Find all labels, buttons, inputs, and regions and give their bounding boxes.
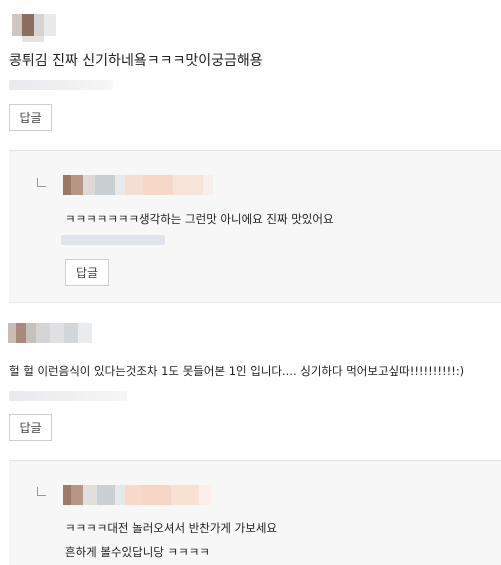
avatar bbox=[12, 14, 56, 36]
comment-date bbox=[9, 80, 113, 90]
comment-text: 콩튀김 진짜 신기하네욬ㅋㅋㅋ맛이궁금해용 bbox=[9, 53, 263, 69]
reply-text-line-1: ㅋㅋㅋㅋ대전 놀러오셔서 반찬가게 가보세요 bbox=[65, 521, 277, 535]
avatar bbox=[8, 323, 92, 343]
reply-date bbox=[61, 235, 165, 245]
author-name bbox=[22, 36, 44, 42]
comment-date bbox=[9, 391, 127, 401]
comment-text: 헐 헐 이런음식이 있다는것조차 1도 못들어본 1인 입니다.... 싱기하다… bbox=[9, 364, 465, 378]
reply-button[interactable]: 답글 bbox=[9, 414, 52, 441]
avatar bbox=[63, 175, 213, 195]
reply-button[interactable]: 답글 bbox=[65, 259, 109, 286]
divider bbox=[9, 302, 501, 303]
reply-indent-icon bbox=[37, 178, 46, 187]
reply-thread: ㅋㅋㅋㅋㅋㅋㅋ생각하는 그런맛 아니에요 진짜 맛있어요 답글 bbox=[9, 150, 501, 302]
reply-button[interactable]: 답글 bbox=[9, 104, 52, 131]
avatar bbox=[63, 485, 211, 505]
reply-text: ㅋㅋㅋㅋㅋㅋㅋ생각하는 그런맛 아니에요 진짜 맛있어요 bbox=[65, 212, 334, 226]
reply-indent-icon bbox=[37, 487, 46, 496]
reply-text-line-2: 흔하게 볼수있답니당 ㅋㅋㅋㅋ bbox=[65, 545, 210, 559]
reply-thread: ㅋㅋㅋㅋ대전 놀러오셔서 반찬가게 가보세요 흔하게 볼수있답니당 ㅋㅋㅋㅋ bbox=[9, 460, 501, 565]
